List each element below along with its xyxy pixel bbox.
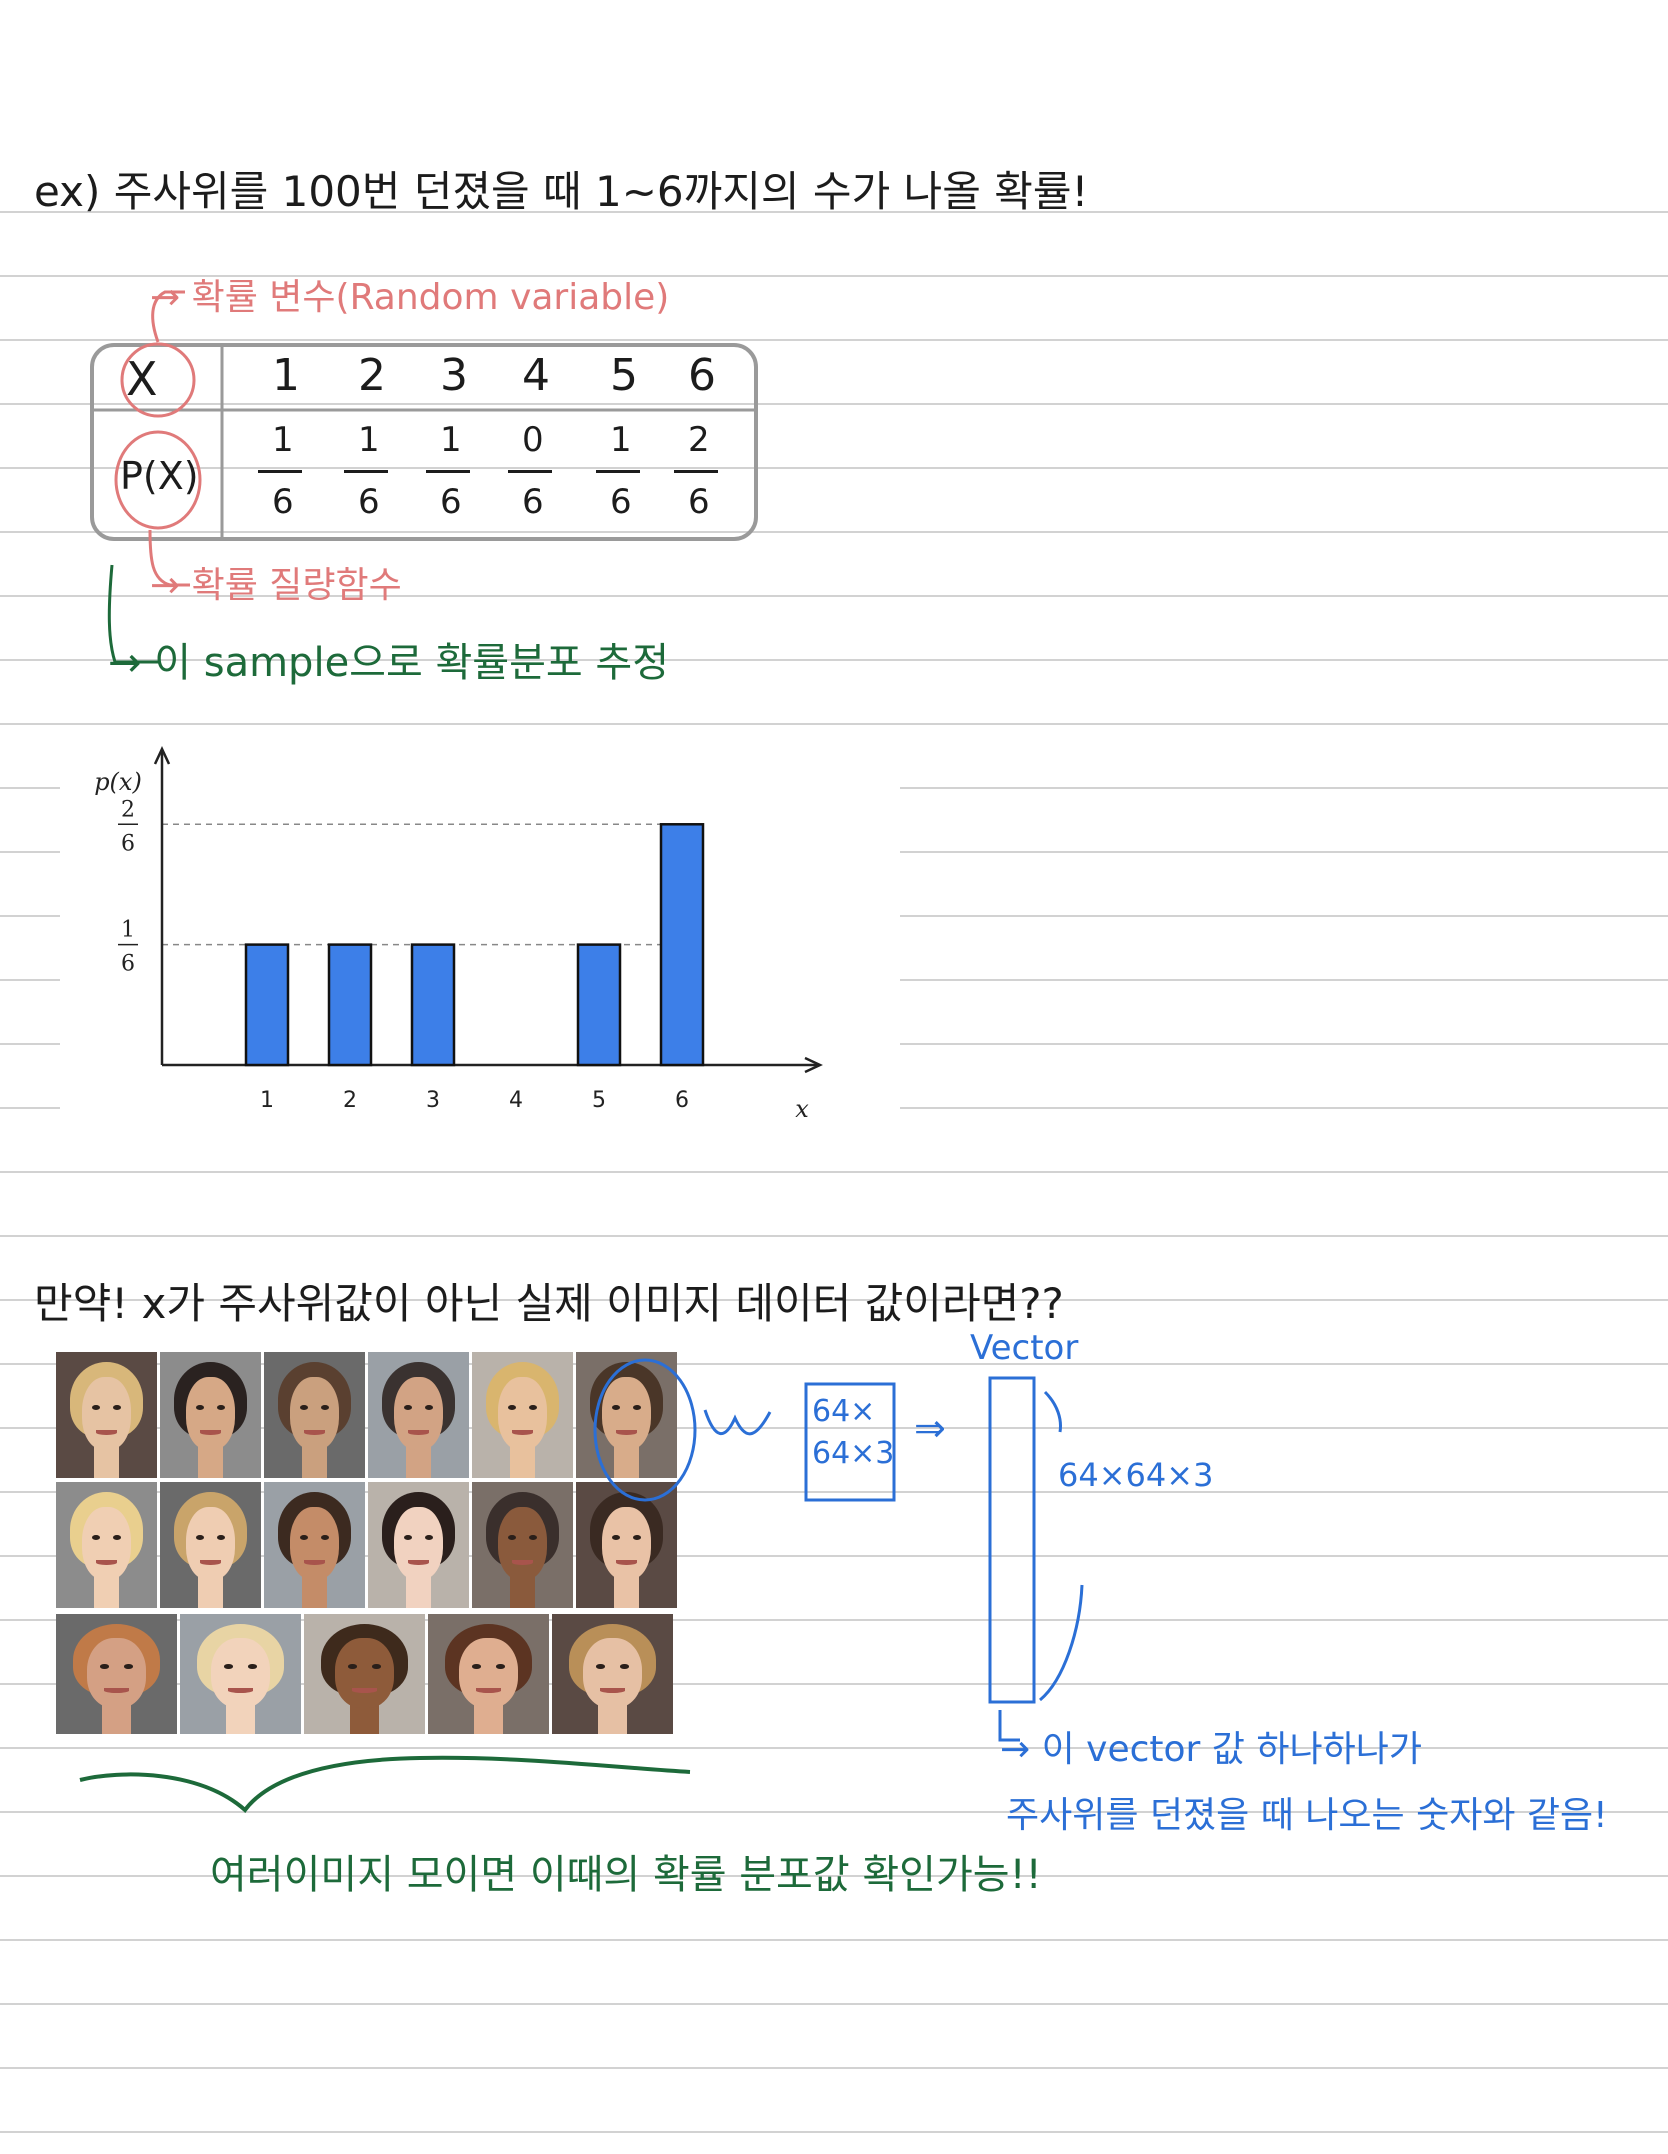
table-x-value: 2 [358,350,386,401]
fraction-bar [596,470,640,473]
y-axis-label: p(x) [94,768,142,796]
dims-line2: 64×3 [812,1436,895,1471]
y-tick-denominator: 6 [121,831,135,856]
x-tick-label: 5 [592,1088,606,1113]
x-tick-label: 3 [426,1088,440,1113]
face-image [428,1614,549,1734]
vector-note-line2: 주사위를 던졌을 때 나오는 숫자와 같음! [1006,1795,1608,1836]
rv-arrow [151,290,185,343]
face-image [264,1352,365,1478]
x-tick-label: 2 [343,1088,357,1113]
face-image [160,1482,261,1608]
table-p-numerator: 1 [610,420,632,460]
table-x-value: 1 [272,350,300,401]
table-p-numerator: 2 [688,420,710,460]
table-p-denominator: 6 [440,482,462,522]
face-image [160,1352,261,1478]
x-axis-label: x [795,1095,809,1123]
bar-6 [659,823,705,1067]
face-image [576,1352,677,1478]
face-image [264,1482,365,1608]
table-p-denominator: 6 [610,482,632,522]
table-p-numerator: 1 [358,420,380,460]
table-x-value: 5 [610,350,638,401]
face-image [472,1482,573,1608]
y-tick-numerator: 2 [121,797,135,822]
bar-5 [576,943,622,1067]
table-p-denominator: 6 [358,482,380,522]
table-px-label: P(X) [120,454,199,498]
y-tick-numerator: 1 [121,918,135,943]
fraction-bar [258,470,302,473]
pmf-chart: 1 2 3 4 5 6 1 6 2 6 p(x) x [60,730,900,1130]
face-image [304,1614,425,1734]
table-p-numerator: 1 [440,420,462,460]
face-image [56,1614,177,1734]
face-image [368,1482,469,1608]
sample-note: → 이 sample으로 확률분포 추정 [108,640,670,686]
x-tick-label: 1 [260,1088,274,1113]
implies-arrow: ⇒ [914,1406,946,1450]
face-image [472,1352,573,1478]
fraction-bar [508,470,552,473]
pmf-chart-svg: 1 2 3 4 5 6 1 6 2 6 p(x) x [94,746,823,1123]
table-p-numerator: 0 [522,420,544,460]
face-image-grid [56,1352,680,1740]
face-image [56,1352,157,1478]
table-x-value: 4 [522,350,550,401]
table-x-value: 3 [440,350,468,401]
image-heading: 만약! x가 주사위값이 아닌 실제 이미지 데이터 값이라면?? [34,1279,1064,1328]
vector-label: Vector [970,1328,1079,1368]
bar-2 [327,943,373,1067]
dims-line1: 64× [812,1394,876,1429]
table-x-label: X [126,352,158,406]
bar-3 [410,943,456,1067]
fraction-bar [426,470,470,473]
bar-1 [244,943,290,1067]
vector-dim: 64×64×3 [1058,1456,1214,1494]
table-p-numerator: 1 [272,420,294,460]
face-image [56,1482,157,1608]
fraction-bar [674,470,718,473]
x-tick-label: 4 [509,1088,523,1113]
table-p-denominator: 6 [522,482,544,522]
table-x-value: 6 [688,350,716,401]
face-image [576,1482,677,1608]
brace-note: 여러이미지 모이면 이때의 확률 분포값 확인가능!! [210,1852,1042,1898]
table-p-denominator: 6 [272,482,294,522]
face-image [180,1614,301,1734]
pmf-note: → 확률 질량함수 [150,565,402,606]
fraction-bar [344,470,388,473]
y-tick-denominator: 6 [121,952,135,977]
x-tick-label: 6 [675,1088,689,1113]
face-image [552,1614,673,1734]
table-p-denominator: 6 [688,482,710,522]
vector-note-line1: → 이 vector 값 하나하나가 [1000,1729,1422,1770]
face-image [368,1352,469,1478]
